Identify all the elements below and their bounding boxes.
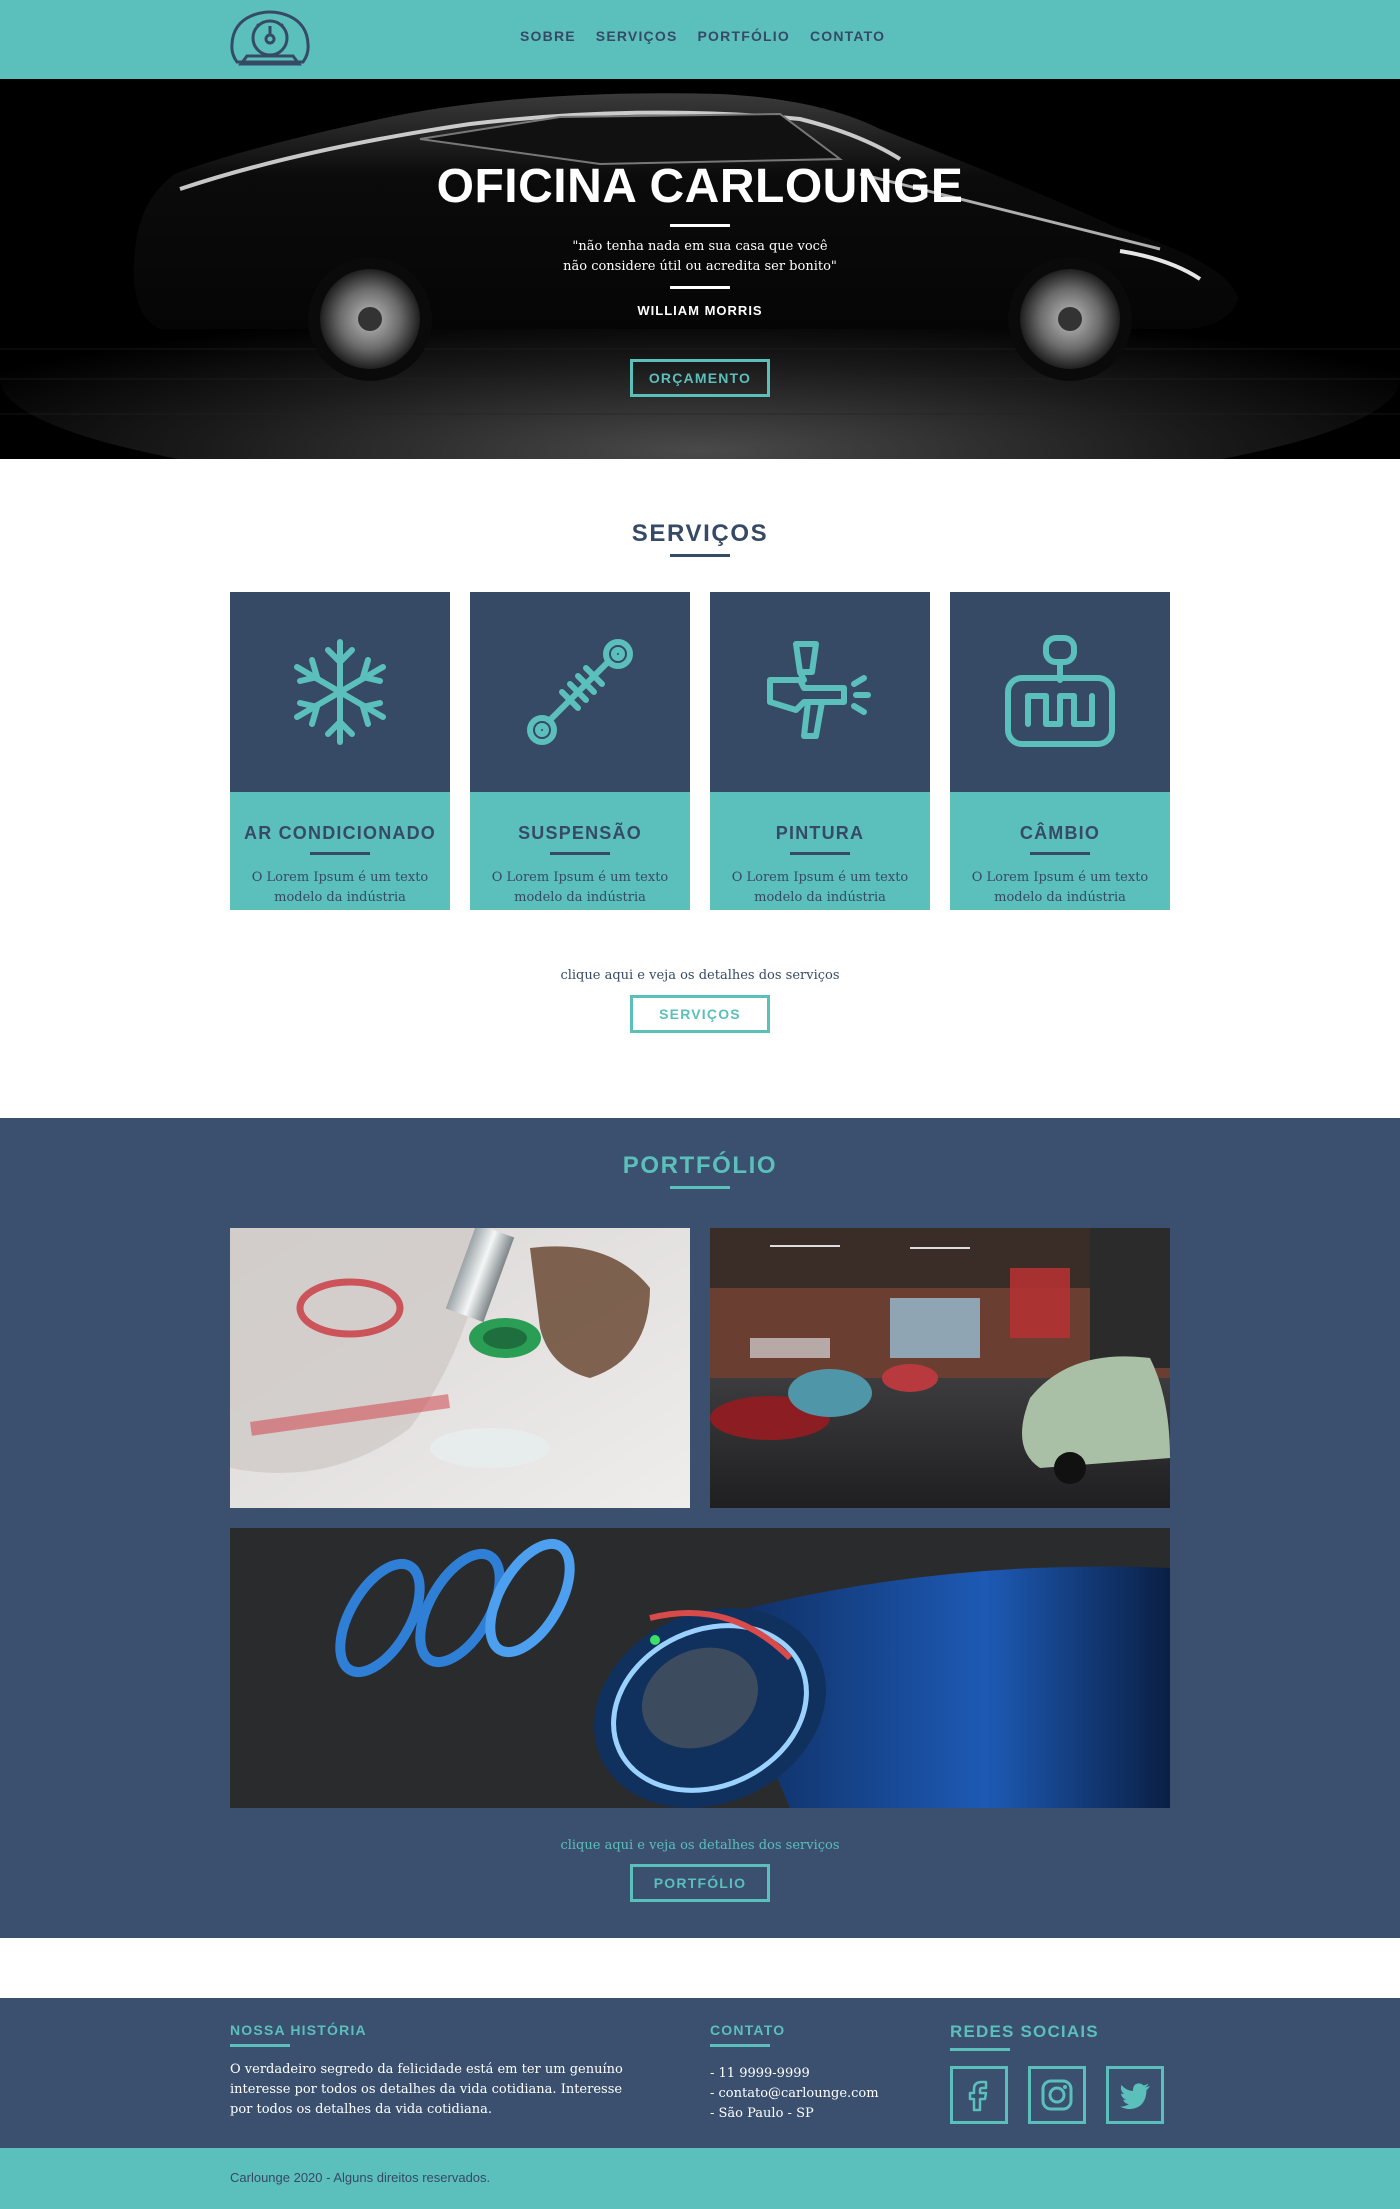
footer-contact-underline: [710, 2044, 770, 2047]
hero-quote-line-2: não considere útil ou acredita ser bonit…: [563, 259, 837, 274]
services-title-underline: [670, 554, 730, 557]
shock-absorber-icon: [527, 639, 633, 745]
service-card-divider: [550, 852, 610, 855]
service-card-text: O Lorem Ipsum é um texto modelo da indús…: [731, 870, 909, 905]
hero-divider-bottom: [670, 286, 730, 289]
instagram-icon: [1041, 2079, 1073, 2111]
site-footer: NOSSA HISTÓRIA O verdadeiro segredo da f…: [0, 1998, 1400, 2148]
service-card-body: SUSPENSÃO O Lorem Ipsum é um texto model…: [470, 792, 690, 910]
garage-photo-image: [710, 1228, 1170, 1508]
service-card-title: SUSPENSÃO: [518, 823, 642, 843]
footer-contact-list: - 11 9999-9999 - contato@carlounge.com -…: [710, 2064, 950, 2124]
services-title: SERVIÇOS: [631, 520, 769, 547]
services-button[interactable]: SERVIÇOS: [630, 995, 770, 1033]
footer-social-title: REDES SOCIAIS: [950, 2022, 1099, 2041]
twitter-link[interactable]: [1106, 2066, 1164, 2124]
service-card-title: CÂMBIO: [1019, 823, 1101, 843]
facebook-icon: [968, 2080, 988, 2112]
instagram-link[interactable]: [1028, 2066, 1086, 2124]
hero-banner: OFICINA CARLOUNGE "não tenha nada em sua…: [0, 79, 1400, 459]
painting-photo-image: [230, 1228, 690, 1508]
service-card-body: PINTURA O Lorem Ipsum é um texto modelo …: [710, 792, 930, 910]
service-card-image: [470, 592, 690, 792]
footer-contact-city: - São Paulo - SP: [710, 2106, 814, 2121]
service-card-divider: [310, 852, 370, 855]
portfolio-photo-tool[interactable]: [230, 1528, 1170, 1808]
gearshift-icon: [1005, 635, 1115, 747]
footer-contact-email[interactable]: - contato@carlounge.com: [710, 2084, 950, 2104]
footer-social-underline: [950, 2048, 1010, 2051]
service-card-divider: [1030, 852, 1090, 855]
copyright-text: Carlounge 2020 - Alguns direitos reserva…: [230, 2170, 491, 2185]
service-card-image: [230, 592, 450, 792]
service-card-image: [710, 592, 930, 792]
main-nav: SOBRE SERVIÇOS PORTFÓLIO CONTATO: [520, 28, 885, 44]
footer-history-title: NOSSA HISTÓRIA: [230, 2022, 367, 2038]
portfolio-title-underline: [670, 1186, 730, 1189]
site-header: SOBRE SERVIÇOS PORTFÓLIO CONTATO: [0, 0, 1400, 79]
nav-item-servicos[interactable]: SERVIÇOS: [596, 28, 678, 44]
hero-quote-line-1: "não tenha nada em sua casa que você: [572, 239, 828, 254]
portfolio-cta-text: clique aqui e veja os detalhes dos servi…: [560, 1838, 840, 1853]
service-card-divider: [790, 852, 850, 855]
facebook-link[interactable]: [950, 2066, 1008, 2124]
hero-title: OFICINA CARLOUNGE: [436, 160, 964, 213]
services-cta-text: clique aqui e veja os detalhes dos servi…: [560, 968, 840, 983]
copyright-bar: Carlounge 2020 - Alguns direitos reserva…: [0, 2148, 1400, 2209]
service-card-title: AR CONDICIONADO: [244, 823, 436, 843]
nav-item-portfolio[interactable]: PORTFÓLIO: [698, 28, 790, 44]
snowflake-icon: [294, 639, 386, 745]
footer-contact-phone: - 11 9999-9999: [710, 2066, 810, 2081]
service-card-ar-condicionado[interactable]: AR CONDICIONADO O Lorem Ipsum é um texto…: [230, 592, 450, 910]
service-card-text: O Lorem Ipsum é um texto modelo da indús…: [971, 870, 1149, 905]
hero-divider-top: [670, 224, 730, 227]
twitter-icon: [1120, 2083, 1150, 2110]
portfolio-photo-painting[interactable]: [230, 1228, 690, 1508]
portfolio-section: PORTFÓLIO clique aqui e veja os detalhes…: [0, 1118, 1400, 1938]
service-card-pintura[interactable]: PINTURA O Lorem Ipsum é um texto modelo …: [710, 592, 930, 910]
service-card-title: PINTURA: [775, 823, 865, 843]
nav-item-sobre[interactable]: SOBRE: [520, 28, 576, 44]
tool-photo-image: [230, 1528, 1170, 1808]
portfolio-button[interactable]: PORTFÓLIO: [630, 1864, 770, 1902]
portfolio-title: PORTFÓLIO: [622, 1152, 778, 1179]
nav-item-contato[interactable]: CONTATO: [810, 28, 885, 44]
hero-quote: "não tenha nada em sua casa que você não…: [0, 237, 1400, 277]
speedometer-icon[interactable]: [229, 10, 311, 70]
service-card-cambio[interactable]: CÂMBIO O Lorem Ipsum é um texto modelo d…: [950, 592, 1170, 910]
footer-contact-title: CONTATO: [710, 2022, 786, 2038]
footer-history-text: O verdadeiro segredo da felicidade está …: [230, 2062, 623, 2117]
service-card-suspensao[interactable]: SUSPENSÃO O Lorem Ipsum é um texto model…: [470, 592, 690, 910]
spray-gun-icon: [767, 641, 871, 739]
quote-button[interactable]: ORÇAMENTO: [630, 359, 770, 397]
service-card-image: [950, 592, 1170, 792]
portfolio-photo-garage[interactable]: [710, 1228, 1170, 1508]
hero-author: WILLIAM MORRIS: [637, 303, 763, 318]
service-card-text: O Lorem Ipsum é um texto modelo da indús…: [491, 870, 669, 905]
service-card-body: CÂMBIO O Lorem Ipsum é um texto modelo d…: [950, 792, 1170, 910]
service-card-text: O Lorem Ipsum é um texto modelo da indús…: [251, 870, 429, 905]
footer-history-underline: [230, 2044, 290, 2047]
service-card-body: AR CONDICIONADO O Lorem Ipsum é um texto…: [230, 792, 450, 910]
